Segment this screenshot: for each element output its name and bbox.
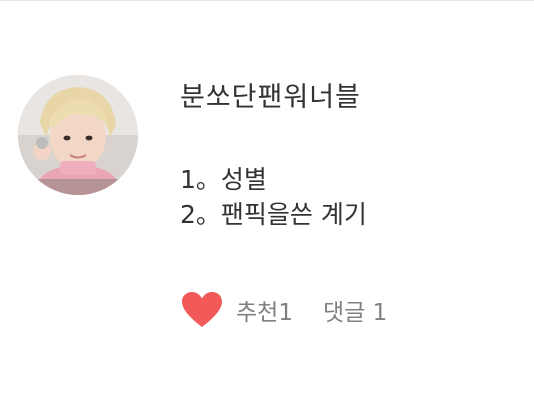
post-line-1: 1。성별 — [180, 165, 267, 194]
top-divider — [0, 0, 534, 1]
post-body: 1。성별 2。팬픽을쓴 계기 — [180, 162, 520, 232]
post-line-2: 2。팬픽을쓴 계기 — [180, 200, 367, 229]
recommend-count[interactable]: 추천1 — [236, 293, 293, 327]
heart-icon[interactable] — [180, 288, 224, 332]
post-content[interactable]: 분쏘단팬워너블 1。성별 2。팬픽을쓴 계기 — [180, 78, 520, 232]
comment-count[interactable]: 댓글 1 — [323, 293, 387, 327]
avatar-image — [18, 75, 138, 195]
profile-avatar[interactable] — [18, 75, 138, 195]
post-title: 분쏘단팬워너블 — [180, 82, 361, 113]
heart-shape — [182, 292, 222, 327]
post-stats: 추천1 댓글 1 — [180, 288, 387, 332]
